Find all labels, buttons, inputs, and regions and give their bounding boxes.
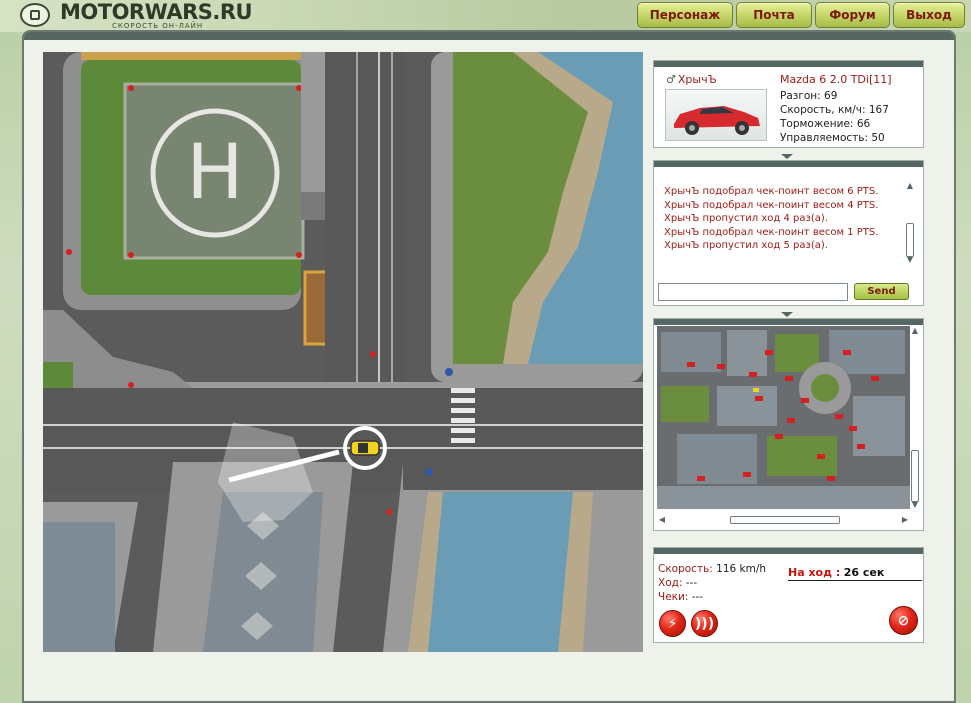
chat-scroll-thumb[interactable]: [906, 223, 914, 257]
scroll-down-icon[interactable]: ▼: [910, 500, 920, 510]
car-model: Mazda 6 2.0 TDi[11]: [780, 73, 892, 86]
car-stats: Разгон: 69 Скорость, км/ч: 167 Торможени…: [780, 89, 889, 145]
chat-message: ХрычЪ подобрал чек-поинт весом 6 PTS.: [664, 186, 879, 197]
chat-message: ХрычЪ подобрал чек-поинт весом 1 PTS.: [664, 226, 879, 238]
stat-speed: Скорость, км/ч: 167: [780, 104, 889, 116]
scroll-down-icon[interactable]: ▼: [905, 255, 915, 265]
scroll-left-icon[interactable]: ◀: [657, 515, 667, 525]
speed-readout: Скорость: 116 km/h: [658, 563, 767, 575]
stat-braking: Торможение: 66: [780, 118, 871, 130]
minimap-hscroll-thumb[interactable]: [730, 516, 840, 524]
turn-status-panel: Скорость: 116 km/h Ход: --- Чеки: --- На…: [653, 547, 924, 643]
panel-divider-arrow: [781, 154, 793, 159]
move-readout: Ход: ---: [658, 577, 698, 589]
nav-forum-button[interactable]: Форум: [815, 2, 890, 28]
scroll-up-icon[interactable]: ▲: [910, 326, 920, 336]
race-map-canvas[interactable]: H: [43, 52, 643, 652]
minimap[interactable]: [657, 326, 910, 509]
minimap-vscroll-thumb[interactable]: [911, 450, 919, 502]
player-name[interactable]: ♂ ХрычЪ: [666, 73, 717, 86]
radio-signal-icon: ))): [694, 615, 715, 632]
nav-character-button[interactable]: Персонаж: [637, 2, 733, 28]
gender-male-icon: ♂: [666, 73, 676, 86]
chat-message: ХрычЪ пропустил ход 5 раз(а).: [664, 240, 828, 251]
chat-scrollbar[interactable]: ▲ ▼: [905, 181, 915, 265]
chat-message: ХрычЪ подобрал чек-поинт весом 4 PTS.: [664, 199, 879, 211]
scroll-right-icon[interactable]: ▶: [900, 515, 910, 525]
nitro-button[interactable]: ⚡: [659, 610, 686, 637]
minimap-player-marker: [753, 388, 759, 392]
top-nav: Персонаж Почта Форум Выход: [637, 2, 965, 28]
stat-handling: Управляемость: 50: [780, 132, 885, 144]
site-tagline: СКОРОСТЬ ОН-ЛАЙН: [112, 22, 204, 30]
lightning-icon: ⚡: [667, 615, 678, 632]
signal-button[interactable]: ))): [691, 610, 718, 637]
send-button[interactable]: Send: [854, 283, 909, 300]
chat-message: ХрычЪ пропустил ход 4 раз(а).: [664, 213, 828, 224]
scroll-up-icon[interactable]: ▲: [905, 181, 915, 191]
minimap-hscrollbar[interactable]: ◀ ▶: [657, 515, 910, 525]
race-map[interactable]: H: [43, 52, 643, 652]
nav-logout-button[interactable]: Выход: [893, 2, 965, 28]
logo-icon[interactable]: [20, 3, 50, 27]
nav-mail-button[interactable]: Почта: [736, 2, 812, 28]
site-header: MOTORWARS.RU СКОРОСТЬ ОН-ЛАЙН Персонаж П…: [0, 0, 971, 32]
checks-readout: Чеки: ---: [658, 591, 704, 603]
stat-acceleration: Разгон: 69: [780, 90, 838, 102]
svg-text:H: H: [186, 127, 243, 216]
car-info-panel: ♂ ХрычЪ Mazda 6 2.0 TDi[11] Разгон: 69 Ск…: [653, 60, 924, 148]
chat-panel: ХрычЪ подобрал чек-поинт весом 6 PTS. Хр…: [653, 160, 924, 306]
chat-log: ХрычЪ подобрал чек-поинт весом 6 PTS. Хр…: [664, 185, 896, 253]
panel-divider-arrow: [781, 312, 793, 317]
site-logo[interactable]: MOTORWARS.RU: [60, 0, 253, 24]
turn-timer: На ход : 26 сек: [788, 566, 922, 581]
stop-button[interactable]: ⊘: [889, 606, 918, 635]
chat-input[interactable]: [658, 283, 848, 301]
minimap-canvas[interactable]: [657, 326, 910, 509]
minimap-panel: ▲ ▼ ◀ ▶: [653, 318, 924, 531]
stop-icon: ⊘: [897, 612, 910, 629]
minimap-vscrollbar[interactable]: ▲ ▼: [910, 326, 920, 509]
car-image: [665, 89, 767, 141]
turn-stats: Скорость: 116 km/h Ход: --- Чеки: ---: [658, 562, 766, 604]
